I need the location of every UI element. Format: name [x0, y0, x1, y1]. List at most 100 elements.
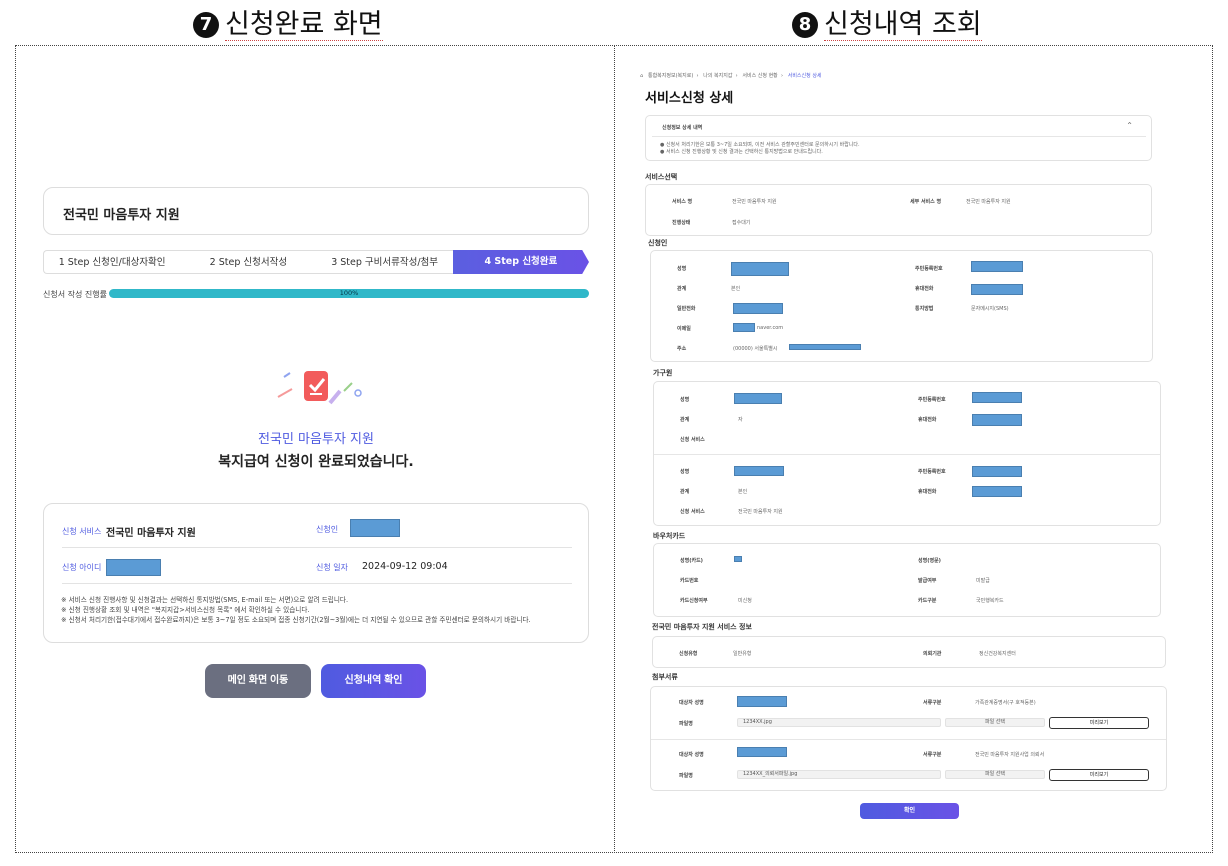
field-value: 전국민 마음투자 지원 — [738, 509, 783, 515]
progress-label: 신청서 작성 진행률 — [43, 290, 107, 299]
field-value: 전국민 마음투자 지원 — [966, 199, 1011, 205]
field-label: 관계 — [680, 417, 690, 423]
completion-message: 복지급여 신청이 완료되었습니다. — [218, 454, 414, 470]
step-indicator: 1 Step 신청인/대상자확인 2 Step 신청서작성 3 Step 구비서… — [43, 250, 589, 274]
redacted-rrn — [971, 261, 1023, 272]
household-box: 성명 주민등록번호 관계 자 휴대전화 신청 서비스 성명 주민등록번호 관계 … — [653, 381, 1161, 526]
field-value: (00000) 서울특별시 — [733, 346, 778, 352]
service-label: 신청 서비스 — [62, 527, 102, 536]
id-label: 신청 아이디 — [62, 563, 102, 572]
file-name-field: 1234XX.jpg — [737, 718, 941, 727]
step-1: 1 Step 신청인/대상자확인 — [43, 250, 181, 274]
file-name-field: 1234XX_의뢰서파일.jpg — [737, 770, 941, 779]
field-value: 문자메시지(SMS) — [971, 306, 1009, 312]
redacted-phone — [733, 303, 783, 314]
number-badge: 8 — [792, 12, 818, 38]
preview-button[interactable]: 미리보기 — [1049, 769, 1149, 781]
service-title-box: 전국민 마음투자 지원 — [43, 187, 589, 235]
field-label: 이메일 — [677, 326, 691, 332]
field-value: 미발급 — [976, 578, 990, 584]
redacted-mobile — [972, 486, 1022, 497]
section-mind: 전국민 마음투자 지원 서비스 정보 — [652, 623, 752, 631]
field-label: 주민등록번호 — [915, 266, 943, 272]
redacted-mobile — [971, 284, 1023, 295]
home-icon[interactable]: ⌂ — [640, 73, 643, 79]
field-label: 발급여부 — [918, 578, 937, 584]
redacted-name — [734, 393, 782, 404]
section-docs: 첨부서류 — [652, 673, 678, 681]
applicant-label: 신청인 — [316, 525, 339, 534]
field-label: 성명 — [680, 397, 690, 403]
notice-text: ※ 서비스 신청 진행사항 및 신청결과는 선택하신 통지방법(SMS, E-m… — [61, 596, 349, 604]
field-label: 일반전화 — [677, 306, 696, 312]
docs-box: 대상자 성명 서류구분 가족관계증명서(구 호적등본) 파일명 1234XX.j… — [650, 686, 1167, 791]
redacted-id — [106, 559, 161, 576]
redacted-rrn — [972, 466, 1022, 477]
field-label: 성명(영문) — [918, 558, 941, 564]
header-title: 신청완료 화면 — [225, 9, 383, 41]
applicant-box: 성명 주민등록번호 관계 본인 휴대전화 일반전화 통지방법 문자메시지(SMS… — [650, 250, 1153, 362]
field-value: 자 — [738, 417, 743, 423]
breadcrumb-item[interactable]: 서비스 신청 현황 — [742, 73, 777, 79]
breadcrumb-current: 서비스신청 상세 — [787, 73, 822, 79]
progress-fill: 100% — [109, 289, 589, 298]
field-label: 휴대전화 — [915, 286, 934, 292]
step-2: 2 Step 신청서작성 — [180, 250, 317, 274]
field-value: 일반유형 — [733, 651, 752, 657]
field-label: 통지방법 — [915, 306, 934, 312]
step-3: 3 Step 구비서류작성/첨부 — [316, 250, 453, 274]
file-select-button[interactable]: 파일 선택 — [945, 718, 1045, 727]
completion-panel — [15, 45, 615, 853]
field-label: 의뢰기관 — [923, 651, 942, 657]
field-label: 서류구분 — [923, 700, 942, 706]
field-label: 신청 서비스 — [680, 509, 705, 515]
field-label: 주소 — [677, 346, 687, 352]
field-value: 정신건강복지센터 — [979, 651, 1016, 657]
section-household: 가구원 — [653, 369, 673, 377]
field-value: 전국민 마음투자 지원사업 의뢰서 — [975, 752, 1045, 758]
file-select-button[interactable]: 파일 선택 — [945, 770, 1045, 779]
progress-bar: 100% — [109, 289, 589, 298]
field-label: 카드구분 — [918, 598, 937, 604]
clipboard-check-icon — [277, 371, 362, 405]
field-label: 서류구분 — [923, 752, 942, 758]
field-label: 신청 서비스 — [680, 437, 705, 443]
field-value: 접수대기 — [732, 220, 751, 226]
mind-box: 신청유형 일반유형 의뢰기관 정신건강복지센터 — [652, 636, 1166, 668]
field-value: 국민행복카드 — [976, 598, 1004, 604]
header-history: 8 신청내역 조회 — [792, 2, 982, 42]
field-label: 대상자 성명 — [679, 752, 704, 758]
breadcrumb: ⌂ 통합복지정보(복지로) › 나의 복지지갑 › 서비스 신청 현황 › 서비… — [640, 73, 822, 79]
section-voucher: 바우처카드 — [653, 532, 686, 540]
field-value: 미신청 — [738, 598, 752, 604]
preview-button[interactable]: 미리보기 — [1049, 717, 1149, 729]
notice-line: ● 서비스 신청 진행상황 및 신청 결과는 선택하신 통지방법으로 안내드립니… — [660, 149, 823, 155]
completed-service-name: 전국민 마음투자 지원 — [258, 432, 374, 447]
view-history-button[interactable]: 신청내역 확인 — [321, 664, 426, 698]
breadcrumb-item[interactable]: 나의 복지지갑 — [703, 73, 732, 79]
go-main-button[interactable]: 메인 화면 이동 — [205, 664, 311, 698]
field-label: 성명 — [677, 266, 687, 272]
header-complete: 7 신청완료 화면 — [193, 2, 383, 42]
chevron-up-icon[interactable]: ⌃ — [1126, 121, 1133, 130]
field-value: 가족관계증명서(구 호적등본) — [975, 700, 1036, 706]
notice-text: ※ 신청서 처리기한(접수대기에서 접수완료까지)은 보통 3~7일 정도 소요… — [61, 616, 531, 624]
voucher-box: 성명(카드) 성명(영문) 카드번호 발급여부 미발급 카드신청여부 미신청 카… — [653, 543, 1161, 617]
notice-title: 신청정보 상세 내역 — [662, 125, 703, 131]
field-label: 파일명 — [679, 721, 693, 727]
breadcrumb-item[interactable]: 통합복지정보(복지로) — [648, 73, 693, 79]
field-label: 카드신청여부 — [680, 598, 708, 604]
field-value: naver.com — [757, 325, 784, 331]
field-label: 대상자 성명 — [679, 700, 704, 706]
field-value: 전국민 마음투자 지원 — [732, 199, 777, 205]
redacted-target — [737, 747, 787, 757]
field-label: 신청유형 — [679, 651, 698, 657]
page-title: 서비스신청 상세 — [645, 91, 734, 106]
confirm-button[interactable]: 확인 — [860, 803, 959, 819]
redacted-address — [789, 344, 861, 350]
notice-line: ● 신청서 처리기한은 보통 3~7일 소요되며, 이전 서비스 관할주민센터로… — [660, 142, 860, 148]
section-applicant: 신청인 — [648, 239, 668, 247]
field-label: 관계 — [677, 286, 687, 292]
notice-box: 신청정보 상세 내역 ⌃ ● 신청서 처리기한은 보통 3~7일 소요되며, 이… — [645, 115, 1152, 161]
redacted-rrn — [972, 392, 1022, 403]
